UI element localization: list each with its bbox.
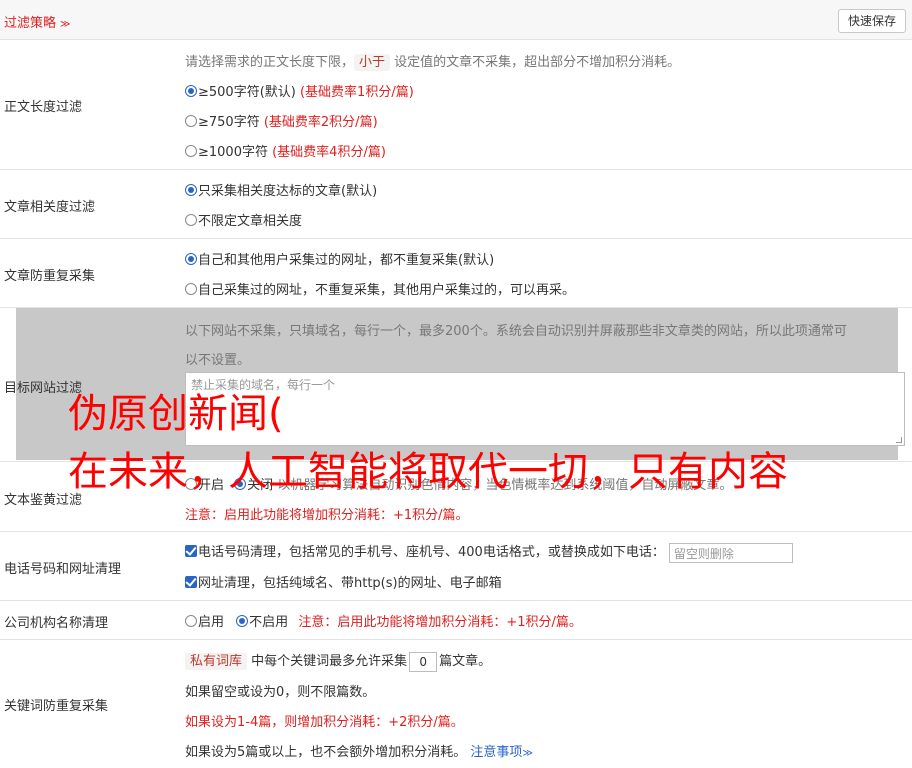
blocked-domains-textarea[interactable]: 禁止采集的域名，每行一个 — [185, 372, 905, 446]
checkbox[interactable] — [185, 545, 197, 557]
phone-url-row: 电话号码和网址清理 电话号码清理，包括常见的手机号、座机号、400电话格式，或替… — [0, 532, 912, 601]
length-option-750[interactable]: ≥750字符 (基础费率2积分/篇) — [185, 111, 378, 130]
porn-filter-note: 注意：启用此功能将增加积分消耗：+1积分/篇。 — [185, 508, 469, 523]
relevance-label: 文章相关度过滤 — [4, 200, 96, 215]
keyword-dedup-row: 关键词防重复采集 私有词库 中每个关键词最多允许采集 0 篇文章。 如果留空或设为0… — [0, 640, 912, 768]
radio-button[interactable] — [185, 214, 197, 226]
dedup-option-all[interactable]: 自己和其他用户采集过的网址，都不重复采集(默认) — [185, 249, 494, 268]
phone-clean-option[interactable]: 电话号码清理，包括常见的手机号、座机号、400电话格式，或替换成如下电话： 留空则… — [185, 541, 793, 563]
org-filter-options: 启用 不启用 注意：启用此功能将增加积分消耗：+1积分/篇。 — [185, 611, 582, 630]
length-option-500[interactable]: ≥500字符(默认) (基础费率1积分/篇) — [185, 81, 414, 100]
overlay-headline-2: 在未来，人工智能将取代一切，只有内容 — [68, 449, 788, 495]
dedup-label: 文章防重复采集 — [4, 269, 96, 284]
dedup-row: 文章防重复采集 自己和其他用户采集过的网址，都不重复采集(默认) 自己采集过的网… — [0, 239, 912, 308]
org-filter-row: 公司机构名称清理 启用 不启用 注意：启用此功能将增加积分消耗：+1积分/篇。 — [0, 601, 912, 640]
relevance-row: 文章相关度过滤 只采集相关度达标的文章(默认) 不限定文章相关度 — [0, 170, 912, 239]
phone-url-label: 电话号码和网址清理 — [4, 562, 122, 577]
radio-button[interactable] — [185, 615, 197, 627]
org-filter-label: 公司机构名称清理 — [4, 616, 109, 631]
radio-button[interactable] — [185, 85, 197, 97]
max-articles-input[interactable]: 0 — [409, 651, 438, 672]
radio-button[interactable] — [185, 283, 197, 295]
keyword-dedup-line-3: 如果设为1-4篇，则增加积分消耗：+2积分/篇。 — [185, 715, 464, 730]
keyword-dedup-line-4: 如果设为5篇或以上，也不会额外增加积分消耗。 注意事项≫ — [185, 745, 533, 760]
notes-link[interactable]: 注意事项≫ — [470, 745, 532, 760]
relevance-option-any[interactable]: 不限定文章相关度 — [185, 210, 302, 229]
length-option-1000[interactable]: ≥1000字符 (基础费率4积分/篇) — [185, 141, 386, 160]
radio-button[interactable] — [236, 615, 249, 627]
site-filter-desc-1: 以下网站不采集，只填域名，每行一个，最多200个。系统会自动识别并屏蔽那些非文章… — [185, 324, 847, 339]
filter-header: 过滤策略 ≫ 快速保存 — [0, 0, 912, 40]
checkbox[interactable] — [185, 576, 197, 588]
overlay-headline-1: 伪原创新闻( — [68, 391, 284, 437]
radio-button[interactable] — [185, 184, 197, 196]
less-than-tag: 小于 — [354, 54, 391, 71]
org-option-on[interactable]: 启用 — [185, 615, 224, 630]
radio-button[interactable] — [185, 115, 197, 127]
length-filter-row: 正文长度过滤 请选择需求的正文长度下限， 小于 设定值的文章不采集，超出部分不增加… — [0, 40, 912, 170]
keyword-dedup-label: 关键词防重复采集 — [4, 699, 109, 714]
chevron-down-icon: ≫ — [522, 748, 533, 759]
org-filter-note: 注意：启用此功能将增加积分消耗：+1积分/篇。 — [298, 615, 582, 630]
keyword-dedup-line-2: 如果留空或设为0，则不限篇数。 — [185, 685, 376, 700]
quick-save-button[interactable]: 快速保存 — [837, 9, 906, 33]
radio-button[interactable] — [185, 253, 197, 265]
replacement-phone-input[interactable]: 留空则删除 — [668, 542, 793, 563]
length-filter-label: 正文长度过滤 — [4, 100, 83, 115]
radio-button[interactable] — [185, 145, 197, 157]
filter-strategy-title[interactable]: 过滤策略 ≫ — [4, 12, 70, 31]
url-clean-option[interactable]: 网址清理，包括纯域名、带http(s)的网址、电子邮箱 — [185, 572, 502, 591]
private-lexicon-tag[interactable]: 私有词库 — [185, 653, 248, 670]
relevance-option-strict[interactable]: 只采集相关度达标的文章(默认) — [185, 180, 377, 199]
dedup-option-self[interactable]: 自己采集过的网址，不重复采集，其他用户采集过的，可以再采。 — [185, 279, 575, 298]
keyword-dedup-line-1: 私有词库 中每个关键词最多允许采集 0 篇文章。 — [185, 650, 491, 672]
chevron-down-icon: ≫ — [60, 19, 71, 30]
length-filter-desc: 请选择需求的正文长度下限， 小于 设定值的文章不采集，超出部分不增加积分消耗。 — [185, 54, 681, 71]
resize-handle-icon[interactable] — [896, 437, 902, 443]
org-option-off[interactable]: 不启用 — [236, 615, 288, 630]
site-filter-desc-2: 以不设置。 — [185, 353, 251, 368]
